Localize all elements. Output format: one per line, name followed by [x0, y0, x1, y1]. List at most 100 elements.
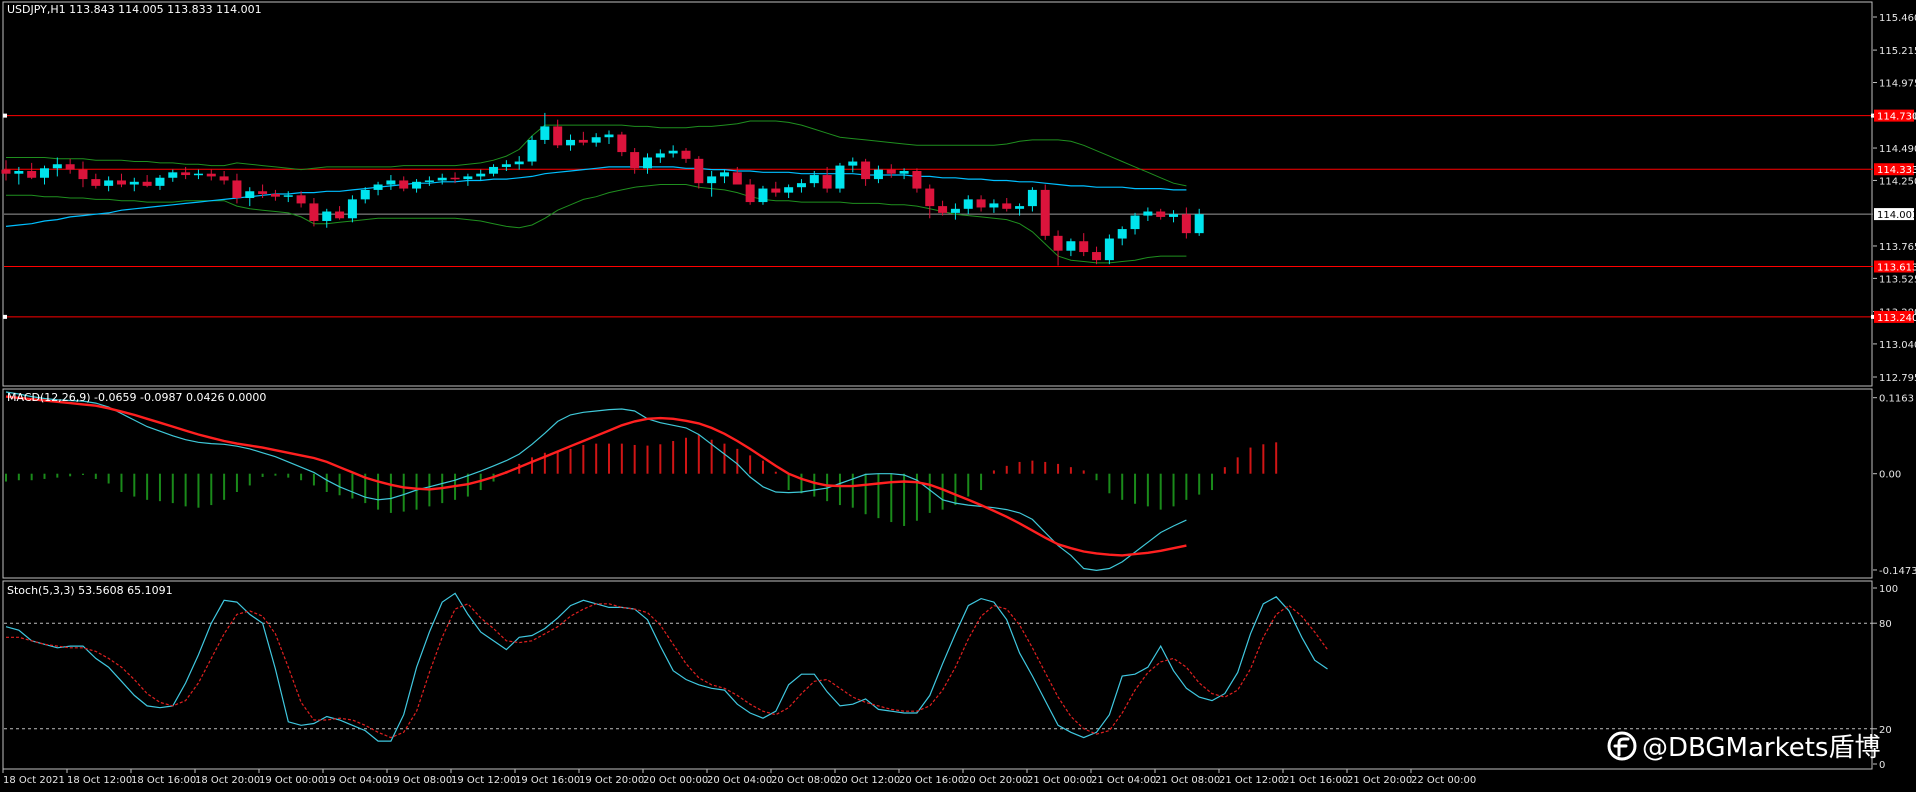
candle-body [1053, 235, 1063, 251]
time-axis-tick-label: 21 Oct 00:00 [1027, 775, 1092, 786]
level-anchor-handle[interactable] [3, 314, 7, 319]
candle-body [78, 169, 88, 180]
price-axis-tick-label: 113.765 [1879, 242, 1916, 253]
time-axis-tick-label: 20 Oct 20:00 [963, 775, 1028, 786]
time-axis-tick-label: 19 Oct 20:00 [579, 775, 644, 786]
candle-body [399, 180, 409, 189]
price-axis-tick-label: 114.250 [1879, 176, 1916, 187]
candle-body [296, 195, 306, 204]
candle-body [309, 203, 319, 221]
candle-body [193, 173, 203, 176]
candle-body [142, 181, 152, 186]
candle-body [1079, 241, 1089, 253]
candle-body [1130, 215, 1140, 230]
candle-body [206, 173, 216, 177]
candle-body [463, 176, 473, 180]
level-price-tag-label: 113.613 [1877, 263, 1916, 274]
candle-body [989, 203, 999, 208]
time-axis-tick-label: 20 Oct 04:00 [707, 775, 772, 786]
candle-body [976, 199, 986, 208]
price-panel-header: USDJPY,H1 113.843 114.005 113.833 114.00… [7, 3, 262, 16]
time-axis-tick-label: 18 Oct 20:00 [195, 775, 260, 786]
candle-body [39, 168, 49, 178]
candle-body [1104, 238, 1114, 261]
time-axis-tick-label: 19 Oct 12:00 [451, 775, 516, 786]
candle-body [822, 175, 832, 189]
candle-body [245, 191, 255, 199]
time-axis-tick-label: 22 Oct 00:00 [1411, 775, 1476, 786]
price-chart-canvas[interactable]: 115.460 115.215 114.975 114.730 114.490 114.2… [0, 0, 1916, 792]
current-price-tag-label: 114.001 [1877, 210, 1916, 221]
price-axis-tick-label: 113.040 [1879, 340, 1916, 351]
candle-body [540, 126, 550, 140]
candle-body [796, 183, 806, 188]
candle-body [283, 195, 293, 197]
candle-body [784, 187, 794, 193]
candle-body [335, 211, 345, 219]
candle-body [771, 188, 781, 193]
candle-body [1040, 189, 1050, 236]
candle-body [437, 177, 447, 181]
candle-body [681, 150, 691, 159]
candle-body [707, 176, 717, 184]
candle-body [553, 126, 563, 146]
candle-body [912, 170, 922, 189]
time-axis-tick-label: 18 Oct 16:00 [131, 775, 196, 786]
candle-body [527, 139, 537, 162]
price-axis-tick-label: 114.975 [1879, 79, 1916, 90]
candle-body [489, 166, 499, 174]
macd-panel-header: MACD(12,26,9) -0.0659 -0.0987 0.0426 0.0… [7, 391, 266, 404]
candle-body [1117, 229, 1127, 239]
time-axis-tick-label: 20 Oct 08:00 [771, 775, 836, 786]
candle-body [655, 153, 665, 158]
candle-body [643, 157, 652, 169]
candle-body [347, 199, 357, 219]
time-axis-tick-label: 19 Oct 08:00 [387, 775, 452, 786]
level-anchor-handle[interactable] [3, 113, 7, 118]
candle-body [591, 137, 601, 143]
candle-body [14, 170, 24, 174]
price-axis-tick-label: 114.490 [1879, 144, 1916, 155]
candle-body [450, 177, 460, 180]
time-axis-tick-label: 21 Oct 16:00 [1283, 775, 1348, 786]
candle-body [360, 189, 370, 200]
candle-body [1027, 189, 1037, 207]
price-axis-tick-label: 115.460 [1879, 13, 1916, 24]
price-axis-tick-label: 112.795 [1879, 373, 1916, 384]
level-price-tag-label: 114.333 [1877, 165, 1916, 176]
candle-body [155, 177, 165, 186]
candle-body [65, 164, 75, 170]
candle-body [129, 181, 139, 185]
candle-body [950, 208, 960, 213]
time-axis-tick-label: 21 Oct 20:00 [1347, 775, 1412, 786]
candle-body [27, 170, 37, 178]
candle-body [668, 150, 678, 154]
candle-body [91, 179, 101, 186]
candle-body [848, 161, 858, 166]
candle-body [1181, 214, 1191, 234]
stoch-axis-tick-label: 20 [1879, 725, 1892, 736]
candle-body [168, 172, 178, 178]
price-axis-tick-label: 113.525 [1879, 274, 1916, 285]
watermark: @DBGMarkets盾博 [1607, 731, 1880, 763]
candle-body [732, 172, 742, 185]
candle-body [566, 139, 576, 146]
candle-body [886, 169, 896, 174]
chart-background [0, 0, 1916, 792]
time-axis-tick-label: 21 Oct 12:00 [1219, 775, 1284, 786]
candle-body [630, 152, 640, 169]
time-axis-tick-label: 18 Oct 2021 [3, 775, 65, 786]
candle-body [617, 134, 627, 153]
candle-body [963, 199, 973, 209]
candle-body [1169, 214, 1179, 217]
level-price-tag-label: 113.240 [1877, 313, 1916, 324]
candle-body [873, 169, 883, 180]
time-axis-tick-label: 19 Oct 16:00 [515, 775, 580, 786]
price-axis-tick-label: 115.215 [1879, 46, 1916, 57]
candle-body [386, 180, 396, 185]
level-price-tag-label: 114.730 [1877, 112, 1916, 123]
candle-body [258, 191, 268, 194]
candle-body [424, 180, 434, 182]
candle-body [1156, 211, 1166, 217]
candle-body [412, 181, 422, 189]
